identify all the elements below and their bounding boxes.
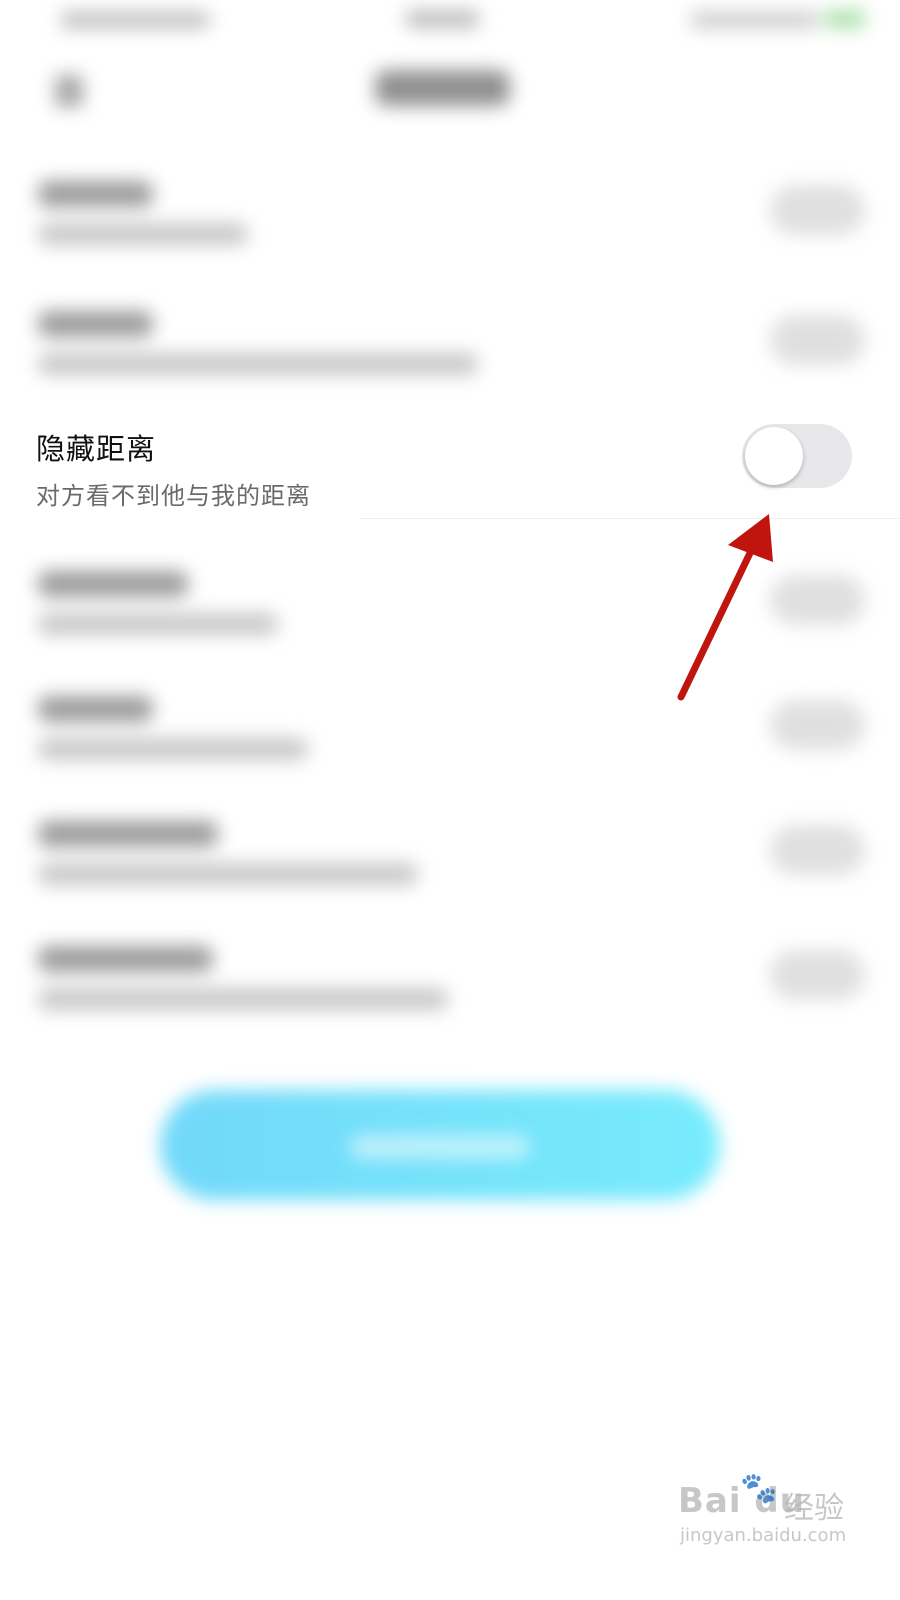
primary-action-button[interactable] (160, 1090, 720, 1200)
status-time (405, 10, 480, 28)
status-bar (0, 0, 900, 40)
page-title (375, 70, 510, 106)
battery-icon (825, 10, 865, 28)
setting-title: 隐藏距离 (36, 432, 157, 466)
watermark-url: jingyan.baidu.com (680, 1525, 847, 1546)
status-carrier (60, 12, 210, 28)
setting-row-blurred[interactable] (0, 555, 900, 675)
setting-row-blurred[interactable] (0, 680, 900, 800)
setting-row-hide-distance: 隐藏距离 对方看不到他与我的距离 (0, 410, 900, 520)
setting-row-blurred[interactable] (0, 165, 900, 285)
back-icon[interactable] (55, 75, 83, 107)
setting-row-blurred[interactable] (0, 805, 900, 925)
row-divider (360, 518, 900, 519)
paw-icon: 🐾 (740, 1471, 778, 1506)
hide-distance-toggle[interactable] (742, 424, 852, 488)
setting-row-blurred[interactable] (0, 295, 900, 415)
setting-description: 对方看不到他与我的距离 (36, 482, 311, 510)
blurred-background (0, 0, 900, 1600)
toggle-knob[interactable] (745, 427, 803, 485)
watermark: Bai du 🐾 经验 jingyan.baidu.com (672, 1465, 872, 1555)
status-indicators (690, 12, 820, 28)
setting-row-blurred[interactable] (0, 930, 900, 1050)
watermark-label: 经验 (784, 1491, 844, 1526)
